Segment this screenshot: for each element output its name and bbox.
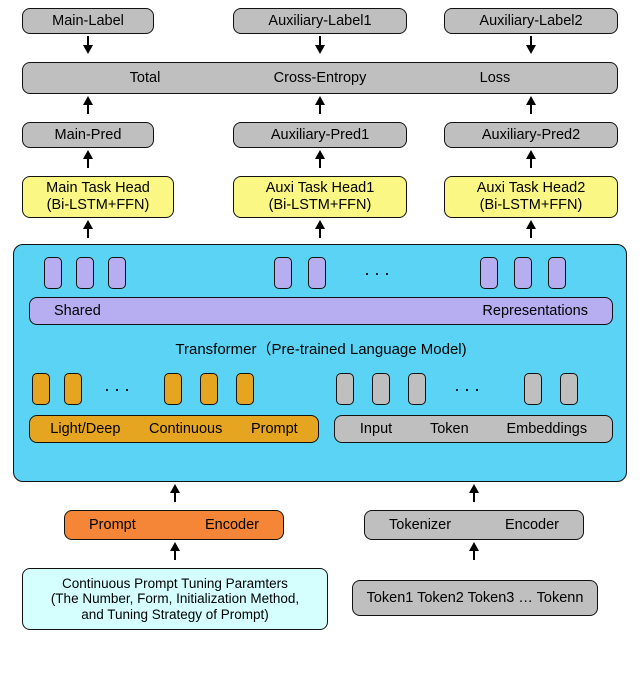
prompt-embed-word: Prompt (251, 421, 298, 438)
aux1-label-text: Auxiliary-Label1 (268, 13, 371, 30)
main-label-box: Main-Label (22, 8, 154, 34)
prompt-token (64, 373, 82, 405)
input-token (408, 373, 426, 405)
tokenizer-encoder-box: Tokenizer Encoder (364, 510, 584, 540)
tokens-box: Token1 Token2 Token3 … Tokenn (352, 580, 598, 616)
prompt-embed-word: Light/Deep (50, 421, 120, 438)
repr-token (44, 257, 62, 289)
loss-word: Total (130, 70, 161, 87)
tok-enc-word: Encoder (505, 517, 559, 534)
aux1-pred-text: Auxiliary-Pred1 (271, 127, 369, 144)
prompt-embed-word: Continuous (149, 421, 222, 438)
aux1-head-text: Auxi Task Head1 (Bi-LSTM+FFN) (266, 180, 375, 213)
loss-word: Loss (480, 70, 511, 87)
aux1-pred-box: Auxiliary-Pred1 (233, 122, 407, 148)
aux2-head-text: Auxi Task Head2 (Bi-LSTM+FFN) (477, 180, 586, 213)
prompt-enc-word: Prompt (89, 517, 136, 534)
ellipsis-icon: ··· (104, 379, 134, 400)
shared-repr-box: Shared Representations (29, 297, 613, 325)
shared-word: Shared (54, 303, 101, 320)
repr-token (480, 257, 498, 289)
tok-enc-word: Tokenizer (389, 517, 451, 534)
transformer-title: Transformer（Pre-trained Language Model) (14, 341, 628, 358)
prompt-enc-word: Encoder (205, 517, 259, 534)
input-token (372, 373, 390, 405)
transformer-title-text: Transformer（Pre-trained Language Model) (175, 341, 466, 358)
ellipsis-icon: ··· (454, 379, 484, 400)
transformer-block: ··· Shared Representations Transformer（P… (13, 244, 627, 482)
repr-token (274, 257, 292, 289)
prompt-params-box: Continuous Prompt Tuning Paramters (The … (22, 568, 328, 630)
repr-token (76, 257, 94, 289)
input-embed-box: Input Token Embeddings (334, 415, 613, 443)
aux1-head-box: Auxi Task Head1 (Bi-LSTM+FFN) (233, 176, 407, 218)
main-pred-box: Main-Pred (22, 122, 154, 148)
input-embed-word: Token (430, 421, 469, 438)
aux2-head-box: Auxi Task Head2 (Bi-LSTM+FFN) (444, 176, 618, 218)
prompt-token (164, 373, 182, 405)
input-token (524, 373, 542, 405)
main-label-text: Main-Label (52, 13, 124, 30)
repr-token (308, 257, 326, 289)
repr-token (548, 257, 566, 289)
input-token (560, 373, 578, 405)
prompt-token (32, 373, 50, 405)
main-pred-text: Main-Pred (55, 127, 122, 144)
prompt-token (200, 373, 218, 405)
tokens-text: Token1 Token2 Token3 … Tokenn (367, 590, 584, 607)
repr-token (514, 257, 532, 289)
aux2-pred-box: Auxiliary-Pred2 (444, 122, 618, 148)
prompt-encoder-box: Prompt Encoder (64, 510, 284, 540)
aux2-label-text: Auxiliary-Label2 (479, 13, 582, 30)
aux1-label-box: Auxiliary-Label1 (233, 8, 407, 34)
prompt-token (236, 373, 254, 405)
loss-box: Total Cross-Entropy Loss (22, 62, 618, 94)
repr-token (108, 257, 126, 289)
input-token (336, 373, 354, 405)
main-head-box: Main Task Head (Bi-LSTM+FFN) (22, 176, 174, 218)
prompt-embed-box: Light/Deep Continuous Prompt (29, 415, 319, 443)
loss-word: Cross-Entropy (274, 70, 367, 87)
aux2-label-box: Auxiliary-Label2 (444, 8, 618, 34)
ellipsis-icon: ··· (364, 263, 394, 284)
shared-word: Representations (482, 303, 588, 320)
input-embed-word: Embeddings (506, 421, 587, 438)
input-embed-word: Input (360, 421, 392, 438)
aux2-pred-text: Auxiliary-Pred2 (482, 127, 580, 144)
main-head-text: Main Task Head (Bi-LSTM+FFN) (46, 180, 150, 213)
prompt-params-text: Continuous Prompt Tuning Paramters (The … (51, 576, 299, 623)
